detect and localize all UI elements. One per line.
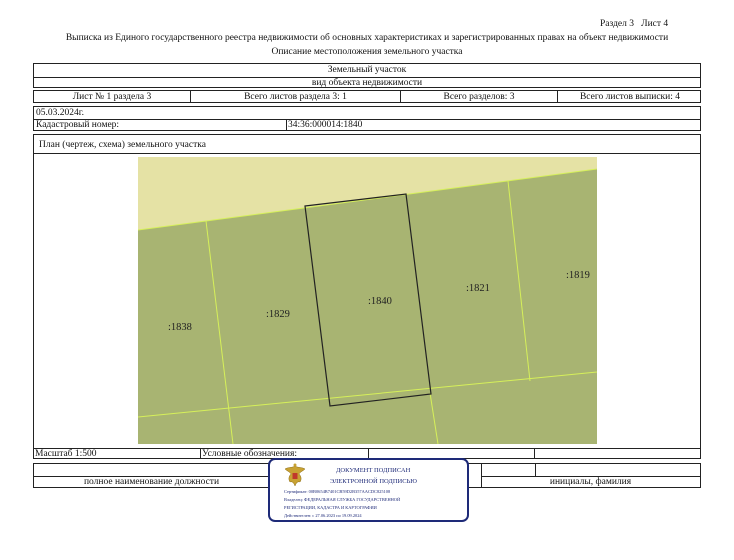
date-cadastral-block: 05.03.2024г. Кадастровый номер: 34:36:00… xyxy=(33,106,701,131)
document-title: Выписка из Единого государственного реес… xyxy=(65,33,669,43)
scale-label: Масштаб 1:500 xyxy=(35,449,97,459)
electronic-signature-stamp: ДОКУМЕНТ ПОДПИСАН ЭЛЕКТРОННОЙ ПОДПИСЬЮ С… xyxy=(268,458,469,522)
extract-date: 05.03.2024г. xyxy=(36,108,84,118)
cadastral-number: 34:36:000014:1840 xyxy=(288,120,363,130)
parcel-label-1840: :1840 xyxy=(368,296,392,307)
initials-caption: инициалы, фамилия xyxy=(549,477,632,487)
stamp-owner-1: Владелец: ФЕДЕРАЛЬНАЯ СЛУЖБА ГОСУДАРСТВЕ… xyxy=(284,497,401,502)
sheet-number: Лист № 1 раздела 3 xyxy=(34,91,191,102)
total-extract-sheets: Всего листов выписки: 4 xyxy=(579,91,681,102)
parcel-label-1819: :1819 xyxy=(566,270,590,281)
parcel-label-1829: :1829 xyxy=(266,309,290,320)
object-caption: вид объекта недвижимости xyxy=(311,78,423,88)
object-name: Земельный участок xyxy=(327,65,407,75)
total-section-sheets: Всего листов раздела 3: 1 xyxy=(191,91,401,102)
section-sheet-label: Раздел 3 Лист 4 xyxy=(600,19,669,29)
parcel-label-1838: :1838 xyxy=(168,322,192,333)
parcel-label-1821: :1821 xyxy=(466,283,490,294)
stamp-line-2: ЭЛЕКТРОННОЙ ПОДПИСЬЮ xyxy=(330,478,417,485)
date-divider xyxy=(34,119,700,120)
plan-title: План (чертеж, схема) земельного участка xyxy=(39,140,206,150)
position-caption: полное наименование должности xyxy=(83,477,220,487)
stamp-certificate: Сертификат: 00B0654B7401CB59D2B357AACDC8… xyxy=(284,489,391,494)
cadastral-label: Кадастровый номер: xyxy=(36,120,120,130)
total-sections: Всего разделов: 3 xyxy=(401,91,558,102)
double-headed-eagle-emblem-icon xyxy=(284,463,306,487)
stamp-validity: Действителен: с 27.06.2023 по 19.09.2024 xyxy=(284,513,362,518)
object-type-block: Земельный участок вид объекта недвижимос… xyxy=(33,63,701,88)
document-subtitle: Описание местоположения земельного участ… xyxy=(271,47,463,57)
plan-title-divider xyxy=(34,153,700,154)
parcel-plan-map: :1838 :1829 :1840 :1821 :1819 xyxy=(138,157,597,444)
stamp-line-1: ДОКУМЕНТ ПОДПИСАН xyxy=(336,467,411,474)
scale-divider-1 xyxy=(200,449,201,459)
initials-cell-mid xyxy=(535,464,536,476)
stamp-owner-2: РЕГИСТРАЦИИ, КАДАСТРА И КАРТОГРАФИИ xyxy=(284,505,377,510)
parcel-plan-svg: :1838 :1829 :1840 :1821 :1819 xyxy=(138,157,597,444)
cadastral-divider xyxy=(286,119,287,131)
sheet-info-row: Лист № 1 раздела 3 Всего листов раздела … xyxy=(33,90,701,103)
scale-divider-3 xyxy=(534,449,535,459)
